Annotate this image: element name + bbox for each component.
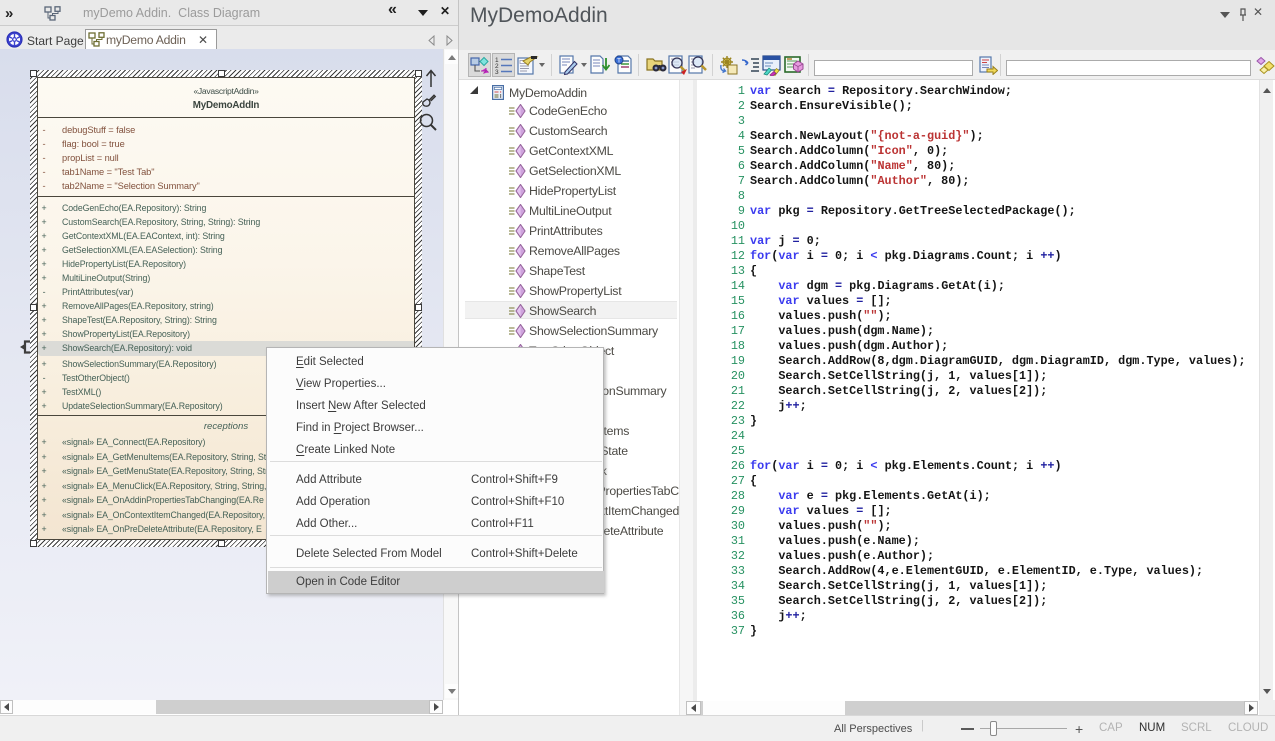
svg-text:T: T (617, 58, 621, 65)
svg-text:3: 3 (495, 69, 499, 75)
